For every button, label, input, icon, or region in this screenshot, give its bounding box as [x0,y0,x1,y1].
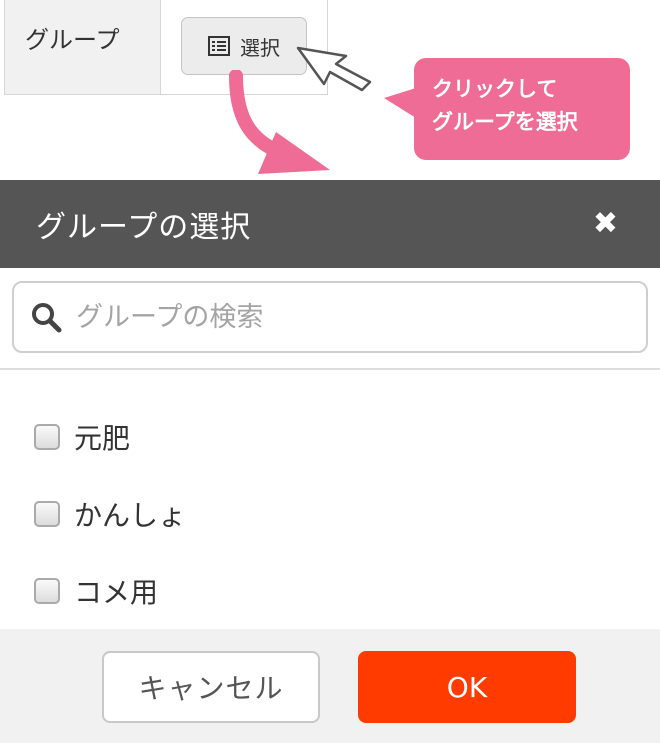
ok-button[interactable]: OK [358,651,576,723]
group-label: 元肥 [74,421,131,455]
list-item[interactable]: かんしょ [0,475,660,552]
close-icon[interactable]: ✖ [593,209,618,239]
search-icon [32,303,62,333]
callout-tail [384,88,416,118]
group-checkbox[interactable] [34,500,60,527]
group-label: コメ用 [74,575,159,609]
search-box[interactable] [12,281,648,353]
group-label: かんしょ [74,498,187,532]
list-icon [208,36,230,56]
modal-footer: キャンセル OK [0,629,660,743]
list-item[interactable]: コメ用 [0,552,660,629]
instruction-callout: クリックして グループを選択 [414,58,630,160]
callout-line-2: グループを選択 [432,110,578,134]
modal-title: グループの選択 [36,210,252,245]
select-group-button[interactable]: 選択 [181,17,307,75]
search-input[interactable] [76,301,596,333]
search-area [0,268,660,370]
group-checkbox[interactable] [34,423,60,450]
cancel-button[interactable]: キャンセル [102,651,320,723]
curved-arrow-icon [229,70,330,174]
group-checkbox[interactable] [34,577,60,604]
callout-line-1: クリックして [432,77,558,101]
list-item[interactable]: 元肥 [0,398,660,475]
group-select-modal: グループの選択 ✖ 元肥 かんしょ コメ用 キャンセル OK [0,180,660,743]
group-list: 元肥 かんしょ コメ用 [0,370,660,629]
group-field-label: グループ [5,0,161,94]
select-button-label: 選択 [240,35,280,60]
modal-header: グループの選択 ✖ [0,180,660,268]
